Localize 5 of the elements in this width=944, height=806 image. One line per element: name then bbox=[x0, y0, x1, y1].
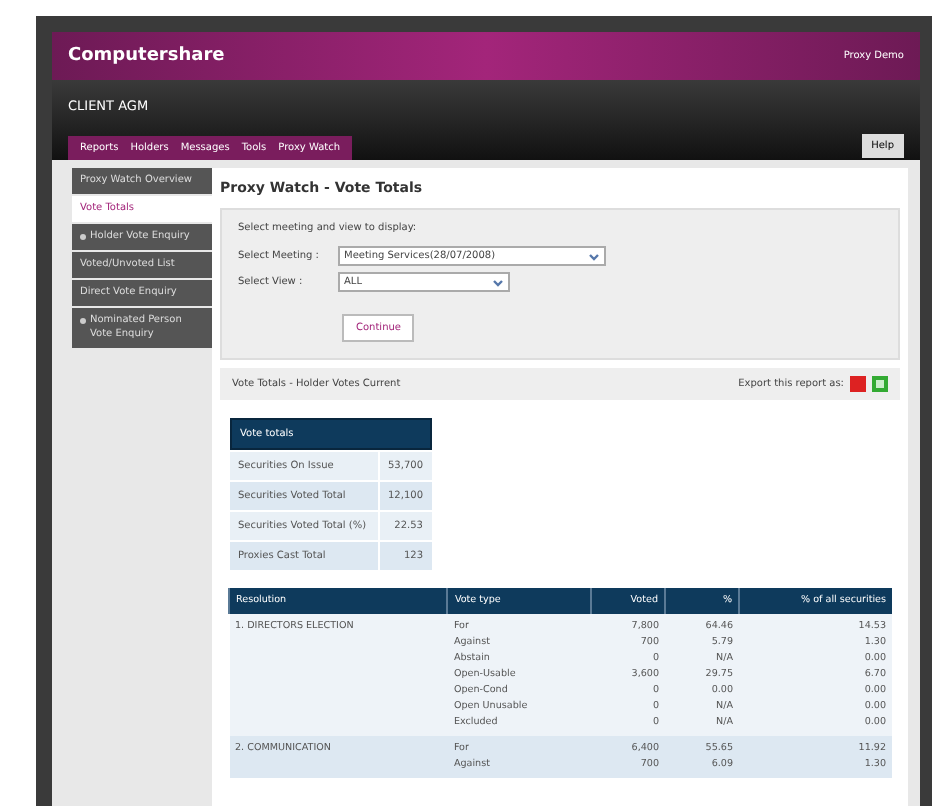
logo: Computershare bbox=[68, 46, 225, 66]
bullet-icon bbox=[80, 234, 86, 240]
bullet-icon bbox=[80, 318, 86, 324]
chevron-icon bbox=[492, 277, 504, 287]
chevron-icon bbox=[588, 251, 600, 261]
